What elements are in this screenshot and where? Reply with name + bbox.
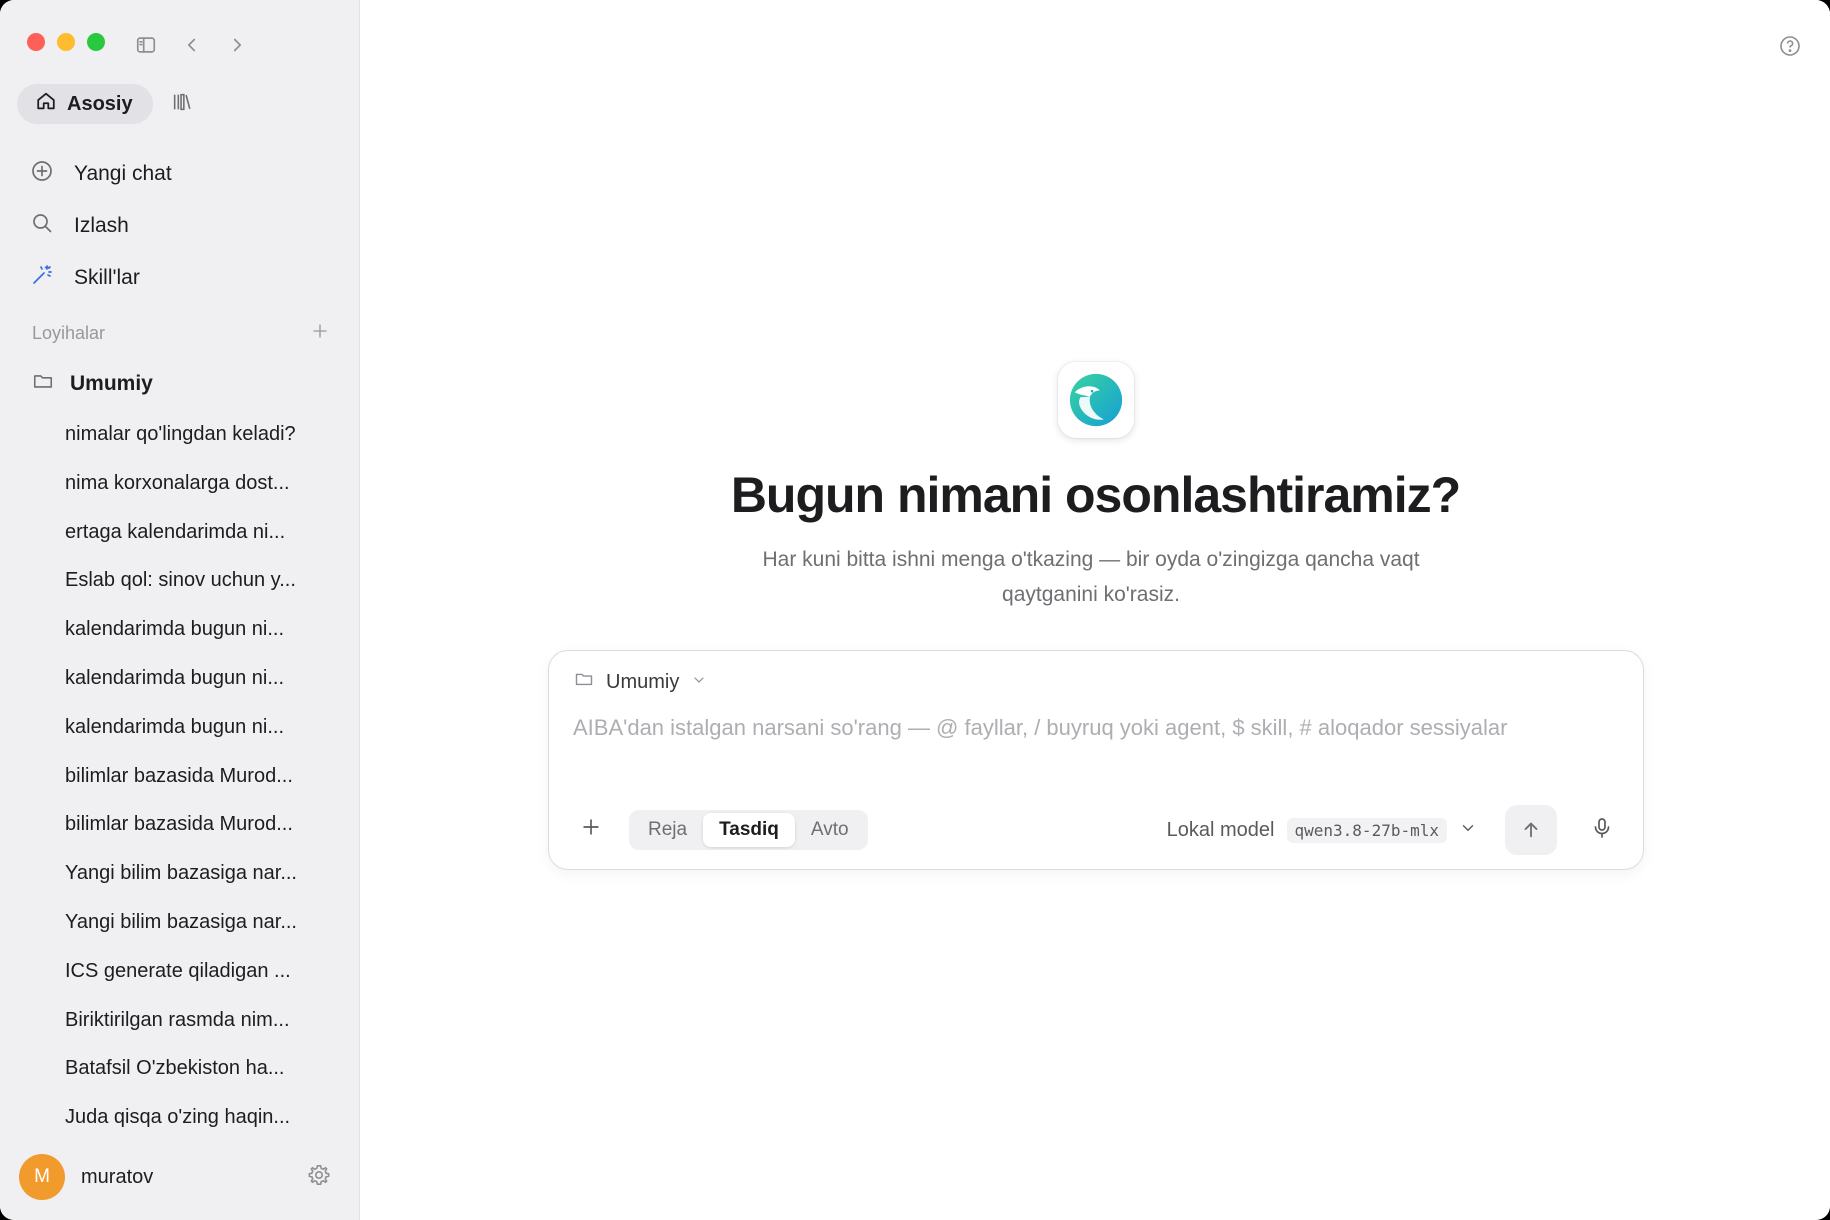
chat-history-item[interactable]: Yangi bilim bazasiga nar... xyxy=(65,849,329,898)
chat-composer: Umumiy Reja Tasdiq Avto Lokal model qwen… xyxy=(548,650,1644,870)
projects-header-label: Loyihalar xyxy=(32,323,106,343)
home-icon xyxy=(35,90,57,118)
tab-home[interactable]: Asosiy xyxy=(17,84,153,124)
library-icon[interactable] xyxy=(171,91,193,118)
back-arrow-icon[interactable] xyxy=(181,34,203,56)
project-selector[interactable]: Umumiy xyxy=(574,669,707,695)
send-button[interactable] xyxy=(1505,805,1557,855)
model-source-label: Lokal model xyxy=(1166,818,1275,841)
magic-wand-icon xyxy=(30,263,54,293)
chevron-down-icon xyxy=(691,671,707,694)
sidebar-item-label: Skill'lar xyxy=(74,266,140,289)
chat-history-list: nimalar qo'lingdan keladi? nima korxonal… xyxy=(65,410,329,1142)
gear-icon[interactable] xyxy=(307,1163,331,1192)
mode-plan-button[interactable]: Reja xyxy=(632,813,703,847)
minimize-window-button[interactable] xyxy=(57,33,75,51)
add-project-plus-icon[interactable] xyxy=(311,322,329,345)
sidebar-nav: Yangi chat Izlash Skill'lar xyxy=(30,148,339,304)
chat-history-item[interactable]: bilimlar bazasida Murod... xyxy=(65,800,329,849)
chat-history-item[interactable]: Eslab qol: sinov uchun y... xyxy=(65,556,329,605)
window-controls xyxy=(27,33,105,51)
sidebar-toggle-icon[interactable] xyxy=(135,34,157,56)
project-selector-label: Umumiy xyxy=(606,670,680,693)
search-icon xyxy=(30,211,54,241)
model-name-badge: qwen3.8-27b-mlx xyxy=(1286,817,1447,843)
folder-icon xyxy=(574,669,594,695)
page-subtitle: Har kuni bitta ishni menga o'tkazing — b… xyxy=(762,548,1420,606)
chat-history-item[interactable]: nimalar qo'lingdan keladi? xyxy=(65,410,329,459)
chat-history-item[interactable]: nima korxonalarga dost... xyxy=(65,459,329,508)
microphone-icon xyxy=(1594,818,1610,838)
chat-history-item[interactable]: kalendarimda bugun ni... xyxy=(65,605,329,654)
app-logo xyxy=(1058,362,1134,438)
projects-header: Loyihalar xyxy=(32,322,329,345)
sidebar-item-search[interactable]: Izlash xyxy=(30,200,339,252)
username[interactable]: muratov xyxy=(81,1166,307,1189)
chat-history-item[interactable]: Batafsil O'zbekiston ha... xyxy=(65,1044,329,1093)
page-title: Bugun nimani osonlashtiramiz? xyxy=(730,467,1461,523)
sidebar-item-label: Yangi chat xyxy=(74,162,172,185)
project-folder-general[interactable]: Umumiy xyxy=(32,370,153,398)
mode-auto-button[interactable]: Avto xyxy=(795,813,865,847)
forward-arrow-icon[interactable] xyxy=(226,34,248,56)
sidebar: Asosiy Yangi chat Izlash Skill'lar Loyih… xyxy=(0,0,360,1220)
prompt-input[interactable] xyxy=(573,703,1619,753)
sidebar-item-new-chat[interactable]: Yangi chat xyxy=(30,148,339,200)
chat-history-item[interactable]: ertaga kalendarimda ni... xyxy=(65,508,329,557)
plus-circle-icon xyxy=(30,159,54,189)
user-profile-row: M muratov xyxy=(19,1154,331,1200)
sidebar-item-skills[interactable]: Skill'lar xyxy=(30,252,339,304)
sidebar-item-label: Izlash xyxy=(74,214,129,237)
avatar[interactable]: M xyxy=(19,1154,65,1200)
chat-history-item[interactable]: bilimlar bazasida Murod... xyxy=(65,752,329,801)
chat-history-item[interactable]: kalendarimda bugun ni... xyxy=(65,703,329,752)
model-selector[interactable]: Lokal model qwen3.8-27b-mlx xyxy=(1167,813,1477,847)
chat-history-item[interactable]: Yangi bilim bazasiga nar... xyxy=(65,898,329,947)
chat-history-item[interactable]: Juda qisqa o'zing haqin... xyxy=(65,1093,329,1142)
main-panel: Bugun nimani osonlashtiramiz? Har kuni b… xyxy=(361,0,1830,1220)
mode-segmented-control: Reja Tasdiq Avto xyxy=(629,810,868,850)
microphone-button[interactable] xyxy=(1589,816,1615,842)
folder-icon xyxy=(32,370,54,398)
project-folder-label: Umumiy xyxy=(70,372,153,395)
help-icon[interactable] xyxy=(1778,34,1802,58)
app-window: Asosiy Yangi chat Izlash Skill'lar Loyih… xyxy=(0,0,1830,1220)
arrow-up-icon xyxy=(1524,822,1538,838)
tab-home-label: Asosiy xyxy=(67,92,133,115)
plus-icon xyxy=(583,819,599,835)
add-attachment-button[interactable] xyxy=(579,816,603,840)
chat-history-item[interactable]: kalendarimda bugun ni... xyxy=(65,654,329,703)
mode-confirm-button[interactable]: Tasdiq xyxy=(703,813,795,847)
eagle-logo-icon xyxy=(1069,373,1123,427)
sidebar-mode-switch: Asosiy xyxy=(17,84,193,124)
zoom-window-button[interactable] xyxy=(87,33,105,51)
chevron-down-icon xyxy=(1459,819,1477,842)
chat-history-item[interactable]: Biriktirilgan rasmda nim... xyxy=(65,996,329,1045)
chat-history-item[interactable]: ICS generate qiladigan ... xyxy=(65,947,329,996)
close-window-button[interactable] xyxy=(27,33,45,51)
